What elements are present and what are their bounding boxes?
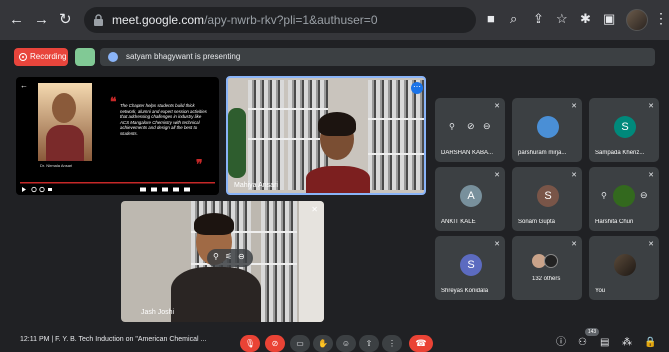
- participant-name: DARSHAN KABA...: [441, 150, 494, 156]
- present-screen-button[interactable]: ⇧: [359, 335, 379, 352]
- raise-hand-button[interactable]: ✋: [313, 335, 333, 352]
- leave-call-button[interactable]: ☎: [409, 335, 433, 352]
- share-icon[interactable]: ⇪: [533, 12, 544, 26]
- mic-off-icon: ✕: [494, 241, 500, 248]
- captions-button[interactable]: ▭: [290, 335, 310, 352]
- pin-icon[interactable]: ⚲: [601, 191, 607, 200]
- browser-menu-icon[interactable]: ⋮: [654, 10, 668, 27]
- pin-icon[interactable]: ⚲: [213, 252, 219, 261]
- mic-off-icon: ✕: [571, 103, 577, 110]
- reload-icon[interactable]: ↻: [59, 12, 72, 28]
- remove-icon[interactable]: ⊖: [238, 252, 245, 261]
- video-tile-jash[interactable]: ⚲ ⚟ ⊖ ✕ Jash Joshi: [121, 201, 324, 322]
- participant-tile[interactable]: ✕ ⚲ ⊘ ⊖ DARSHAN KABA...: [435, 98, 505, 162]
- mute-icon[interactable]: ⚟: [225, 252, 232, 261]
- participant-name: Shreyas Konidala: [441, 288, 489, 294]
- side-panel-icon[interactable]: ▣: [603, 12, 615, 26]
- microphone-toggle[interactable]: 🎙: [240, 335, 260, 352]
- hover-controls[interactable]: ⚲ ⚟ ⊖: [207, 249, 253, 267]
- quote-open-mark: ❝: [110, 95, 117, 109]
- presenting-banner: satyam bhagywant is presenting: [100, 48, 655, 66]
- mic-off-icon: ✕: [648, 103, 654, 110]
- presenting-text: satyam bhagywant is presenting: [126, 52, 241, 61]
- participant-tile[interactable]: ✕ S Sampada Khenz...: [589, 98, 659, 162]
- others-tile[interactable]: ✕ 132 others: [512, 236, 582, 300]
- remove-icon[interactable]: ⊖: [640, 190, 648, 201]
- profile-avatar[interactable]: [626, 9, 648, 31]
- mic-off-icon: ✕: [494, 172, 500, 179]
- people-icon[interactable]: ⚇: [578, 338, 587, 348]
- plant: [228, 108, 246, 178]
- avatar: S: [614, 116, 636, 138]
- zoom-icon[interactable]: ⌕: [510, 12, 517, 26]
- participant-name: Jash Joshi: [141, 309, 175, 316]
- captions-icon[interactable]: [75, 48, 95, 66]
- mic-off-icon: ✕: [648, 241, 654, 248]
- mic-off-icon: ✕: [648, 172, 654, 179]
- participant-body: [306, 166, 370, 193]
- presentation-tile[interactable]: ← Dr. Nirmala Ansari ❝ The Chapter helps…: [16, 77, 219, 195]
- remove-icon[interactable]: ⊖: [483, 121, 491, 132]
- browser-toolbar: ← → ↻ meet.google.com/apy-nwrb-rkv?pli=1…: [0, 0, 669, 40]
- mute-icon[interactable]: ⊘: [467, 121, 475, 132]
- record-icon: [19, 53, 27, 61]
- slide-quote-text: The Chapter helps students build thick n…: [120, 103, 207, 136]
- participant-tile[interactable]: ✕ parshuram mirja...: [512, 98, 582, 162]
- mic-off-icon: ✕: [494, 103, 500, 110]
- participant-tile[interactable]: ✕ A ANKIT KALE: [435, 167, 505, 231]
- participant-name: parshuram mirja...: [518, 150, 567, 156]
- participant-body: [171, 267, 261, 322]
- recording-indicator[interactable]: Recording: [14, 48, 68, 66]
- activities-icon[interactable]: ⁂: [622, 338, 632, 348]
- participant-name: Mahiya Ansari: [234, 182, 278, 189]
- lock-icon: [94, 14, 103, 26]
- participant-name: Sampada Khenz...: [595, 150, 645, 156]
- mic-off-icon: ✕: [571, 172, 577, 179]
- pin-icon[interactable]: ⚲: [449, 122, 455, 131]
- forward-arrow-icon[interactable]: →: [34, 12, 49, 28]
- slide-controls-bar[interactable]: [16, 181, 219, 195]
- address-bar[interactable]: meet.google.com/apy-nwrb-rkv?pli=1&authu…: [84, 7, 476, 33]
- avatar: [537, 116, 559, 138]
- participant-name: You: [595, 288, 606, 294]
- avatar: S: [537, 185, 559, 207]
- speaker-photo: [38, 83, 92, 161]
- video-tile-mahiya[interactable]: ⋯ Mahiya Ansari: [226, 76, 426, 195]
- meeting-info: 12:11 PM | F. Y. B. Tech Induction on "A…: [20, 336, 207, 343]
- camera-toggle[interactable]: ⊘: [265, 335, 285, 352]
- recording-label: Recording: [30, 52, 67, 61]
- participant-count-badge: 143: [585, 328, 599, 336]
- participant-name: Harshita Churi: [595, 219, 634, 225]
- participant-tile[interactable]: ✕ S Shreyas Konidala: [435, 236, 505, 300]
- participant-name: ANKIT KALE: [441, 219, 476, 225]
- avatar: [614, 254, 636, 276]
- info-icon[interactable]: ⓘ: [556, 338, 566, 348]
- back-arrow-icon[interactable]: ←: [9, 12, 24, 28]
- bookmark-star-icon[interactable]: ☆: [556, 12, 568, 26]
- chat-icon[interactable]: ▤: [600, 338, 609, 348]
- others-count: 132 others: [532, 276, 561, 282]
- quote-close-mark: ❞: [196, 157, 203, 171]
- presenter-icon: [108, 52, 118, 62]
- slide-back-icon[interactable]: ←: [20, 81, 28, 90]
- slide-caption: Dr. Nirmala Ansari: [40, 163, 73, 168]
- avatar: [613, 185, 635, 207]
- tile-options-icon[interactable]: ⋯: [411, 82, 423, 94]
- extensions-puzzle-icon[interactable]: ✱: [580, 12, 591, 26]
- url-text: meet.google.com/apy-nwrb-rkv?pli=1&authu…: [112, 13, 378, 27]
- reactions-button[interactable]: ☺: [336, 335, 356, 352]
- mic-off-icon: ✕: [311, 205, 318, 214]
- participant-name: Sonam Gupta: [518, 219, 556, 225]
- meeting-controls-bar: 12:11 PM | F. Y. B. Tech Induction on "A…: [0, 326, 669, 352]
- participant-tile[interactable]: ✕ ⚲ ⊖ Harshita Churi: [589, 167, 659, 231]
- avatar: S: [460, 254, 482, 276]
- more-options-button[interactable]: ⋮: [382, 335, 402, 352]
- camera-blocked-icon[interactable]: ■: [487, 12, 495, 26]
- mic-off-icon: ✕: [571, 241, 577, 248]
- self-tile[interactable]: ✕ You: [589, 236, 659, 300]
- participant-tile[interactable]: ✕ S Sonam Gupta: [512, 167, 582, 231]
- avatar: A: [460, 185, 482, 207]
- host-controls-icon[interactable]: 🔒: [644, 338, 656, 348]
- avatar: [544, 254, 558, 268]
